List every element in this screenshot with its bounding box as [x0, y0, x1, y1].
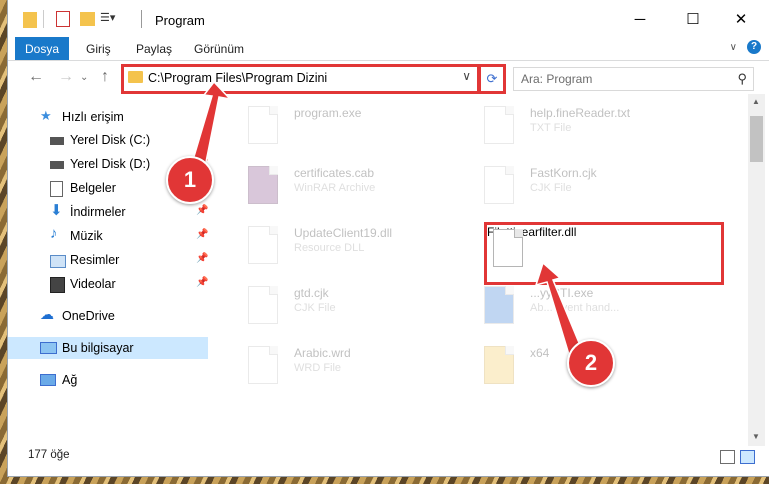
callout-2: 2	[567, 339, 615, 387]
callout-1: 1	[166, 156, 214, 204]
annotation-arrows	[189, 80, 583, 360]
